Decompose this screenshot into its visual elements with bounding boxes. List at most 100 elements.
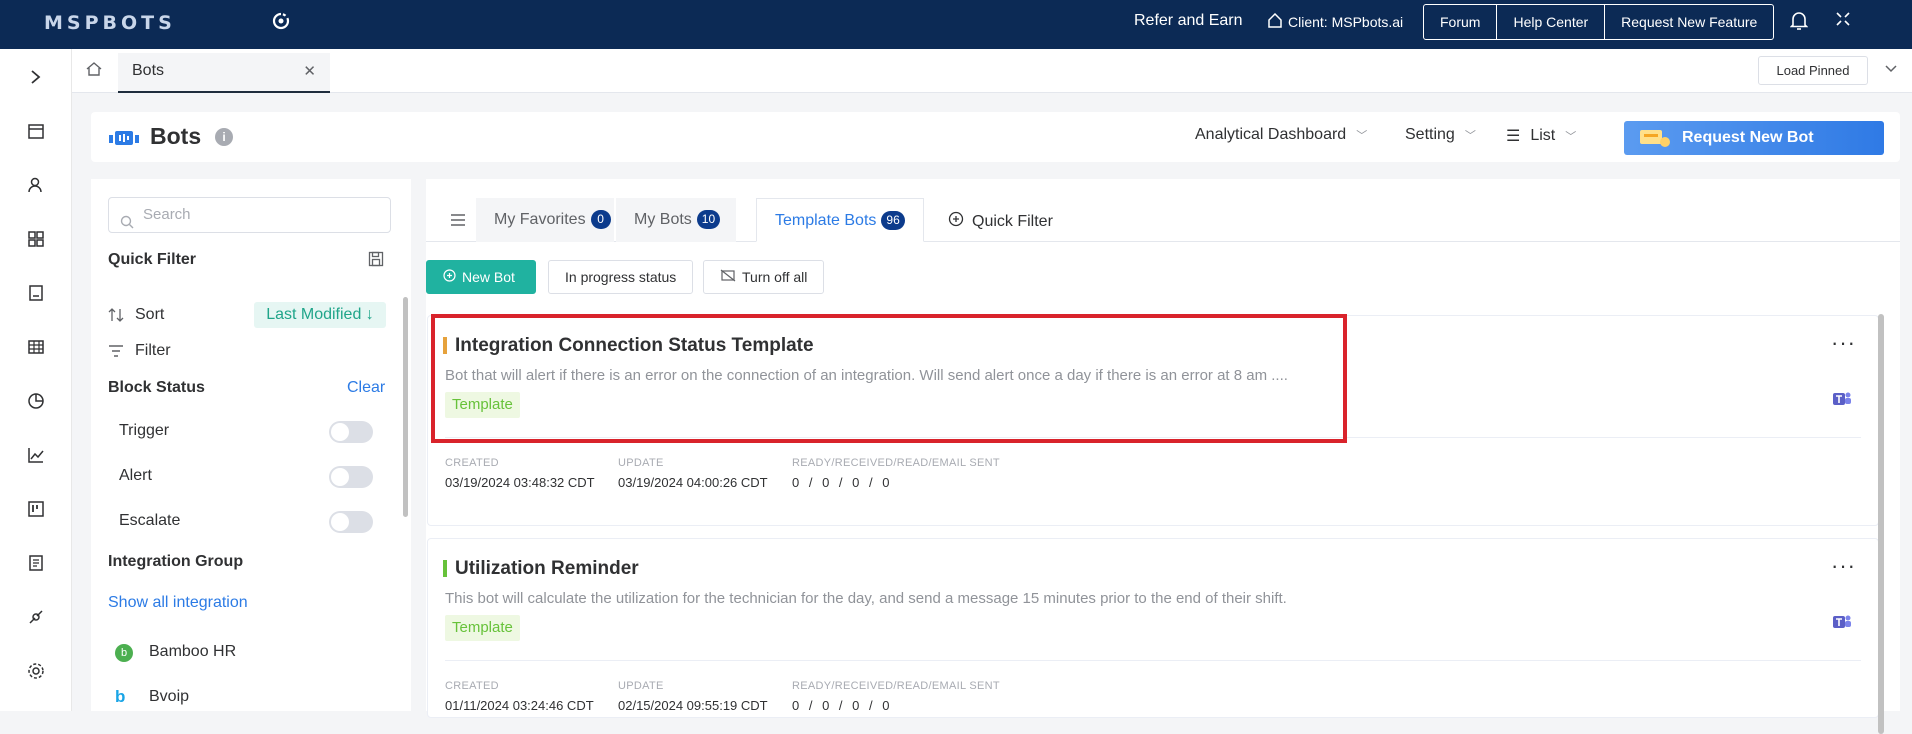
trigger-label: Trigger (119, 422, 170, 439)
count-badge: 10 (696, 210, 721, 229)
settings-gear-icon[interactable] (24, 659, 48, 683)
side-nav (0, 49, 72, 711)
main-scrollbar[interactable] (1878, 314, 1884, 734)
add-circle-icon (443, 261, 456, 293)
close-icon[interactable]: ✕ (303, 62, 316, 80)
quick-filter-label: Quick Filter (972, 212, 1053, 230)
users-icon[interactable] (24, 173, 48, 197)
page-tab-strip: Bots ✕ Load Pinned (72, 49, 1912, 93)
quick-filter-button[interactable]: Quick Filter (948, 211, 1053, 232)
template-tag: Template (445, 615, 520, 641)
expand-nav-icon[interactable] (24, 65, 48, 89)
escalate-toggle[interactable] (329, 511, 373, 533)
pie-chart-icon[interactable] (24, 389, 48, 413)
more-options-icon[interactable]: ··· (1831, 330, 1856, 356)
home-icon[interactable] (86, 61, 102, 82)
line-chart-icon[interactable] (24, 443, 48, 467)
menu-label: List (1530, 127, 1556, 144)
block-status-heading: Block Status (108, 379, 205, 396)
created-label: CREATED (445, 457, 499, 469)
save-icon[interactable] (368, 251, 384, 272)
refresh-icon[interactable] (272, 10, 290, 36)
filter-label[interactable]: Filter (135, 342, 171, 360)
analytical-dashboard-menu[interactable]: Analytical Dashboard ﹀ (1195, 126, 1367, 144)
trigger-toggle[interactable] (329, 421, 373, 443)
sort-icon (108, 308, 124, 327)
request-bot-label: Request New Bot (1682, 129, 1814, 146)
bamboo-hr-icon: b (115, 644, 133, 662)
alert-label: Alert (119, 467, 152, 484)
update-label: UPDATE (618, 680, 664, 692)
help-center-button[interactable]: Help Center (1497, 5, 1606, 39)
button-label: Turn off all (742, 269, 808, 285)
stats-label: READY/RECEIVED/READ/EMAIL SENT (792, 457, 1000, 469)
search-input[interactable]: Search (108, 197, 391, 233)
bot-title[interactable]: Utilization Reminder (443, 558, 639, 580)
count-badge: 0 (590, 210, 611, 229)
menu-label: Analytical Dashboard (1195, 126, 1347, 143)
update-label: UPDATE (618, 457, 664, 469)
integration-bvoip[interactable]: Bvoip (149, 688, 189, 706)
info-icon[interactable]: i (215, 128, 233, 146)
notification-bell-icon[interactable] (1789, 11, 1809, 36)
tab-bots[interactable]: Bots ✕ (118, 53, 330, 93)
tab-label: My Bots (634, 211, 692, 228)
sort-value-dropdown[interactable]: Last Modified ↓ (254, 302, 386, 328)
stats-value: 0 / 0 / 0 / 0 (792, 475, 890, 490)
in-progress-status-button[interactable]: In progress status (548, 260, 694, 294)
filter-panel-scrollbar[interactable] (403, 297, 408, 517)
hamburger-menu-icon[interactable] (450, 211, 466, 232)
client-selector[interactable]: Client: MSPbots.ai (1268, 12, 1404, 31)
count-badge: 96 (881, 211, 905, 230)
integration-bamboo-hr[interactable]: Bamboo HR (149, 643, 236, 661)
home-icon (1268, 12, 1282, 31)
tab-my-favorites[interactable]: My Favorites 0 (476, 198, 614, 242)
turn-off-all-button[interactable]: Turn off all (703, 260, 825, 294)
board-icon[interactable] (24, 497, 48, 521)
chevron-down-icon: ﹀ (1464, 130, 1476, 142)
list-view-menu[interactable]: ☰ List ﹀ (1506, 126, 1576, 146)
top-buttons: Forum Help Center Request New Feature (1423, 4, 1775, 40)
forum-button[interactable]: Forum (1424, 5, 1498, 39)
updated-value: 03/19/2024 04:00:26 CDT (618, 475, 768, 490)
teams-icon (1832, 613, 1852, 636)
apps-icon[interactable] (24, 227, 48, 251)
load-pinned-button[interactable]: Load Pinned (1758, 56, 1868, 85)
request-new-bot-button[interactable]: Request New Bot (1624, 121, 1884, 155)
tab-my-bots[interactable]: My Bots 10 (616, 198, 736, 242)
refer-and-earn-link[interactable]: Refer and Earn (1134, 12, 1243, 30)
more-options-icon[interactable]: ··· (1831, 553, 1856, 579)
clear-link[interactable]: Clear (347, 379, 385, 397)
request-new-feature-button[interactable]: Request New Feature (1605, 5, 1773, 39)
page-title: Bots (150, 123, 202, 149)
created-value: 03/19/2024 03:48:32 CDT (445, 475, 595, 490)
integration-icon[interactable] (24, 605, 48, 629)
setting-menu[interactable]: Setting ﹀ (1405, 126, 1476, 144)
widget-icon[interactable] (24, 281, 48, 305)
bvoip-icon: b (115, 687, 126, 706)
report-icon[interactable] (24, 551, 48, 575)
mspbots-logo[interactable]: MSPBOTS (44, 12, 176, 34)
button-label: In progress status (565, 269, 677, 285)
tab-label: Bots (132, 62, 165, 79)
tab-template-bots[interactable]: Template Bots 96 (756, 198, 924, 242)
table-icon[interactable] (24, 335, 48, 359)
list-icon: ☰ (1506, 128, 1521, 145)
client-label: Client: MSPbots.ai (1288, 14, 1404, 30)
new-bot-button[interactable]: New Bot (426, 260, 536, 294)
escalate-label: Escalate (119, 512, 181, 529)
add-circle-icon (948, 211, 964, 232)
highlight-box (431, 314, 1347, 443)
chevron-down-icon[interactable] (1884, 61, 1898, 79)
fullscreen-icon[interactable] (1835, 11, 1851, 32)
store-icon[interactable] (24, 119, 48, 143)
tab-label: My Favorites (494, 211, 586, 228)
tab-label: Template Bots (775, 212, 877, 229)
show-all-integration-link[interactable]: Show all integration (108, 594, 248, 612)
card-divider (445, 660, 1861, 661)
menu-label: Setting (1405, 126, 1455, 143)
alert-toggle[interactable] (329, 466, 373, 488)
bot-card[interactable]: Utilization Reminder This bot will calcu… (427, 538, 1879, 718)
teams-icon (1832, 390, 1852, 413)
search-icon (120, 208, 134, 242)
